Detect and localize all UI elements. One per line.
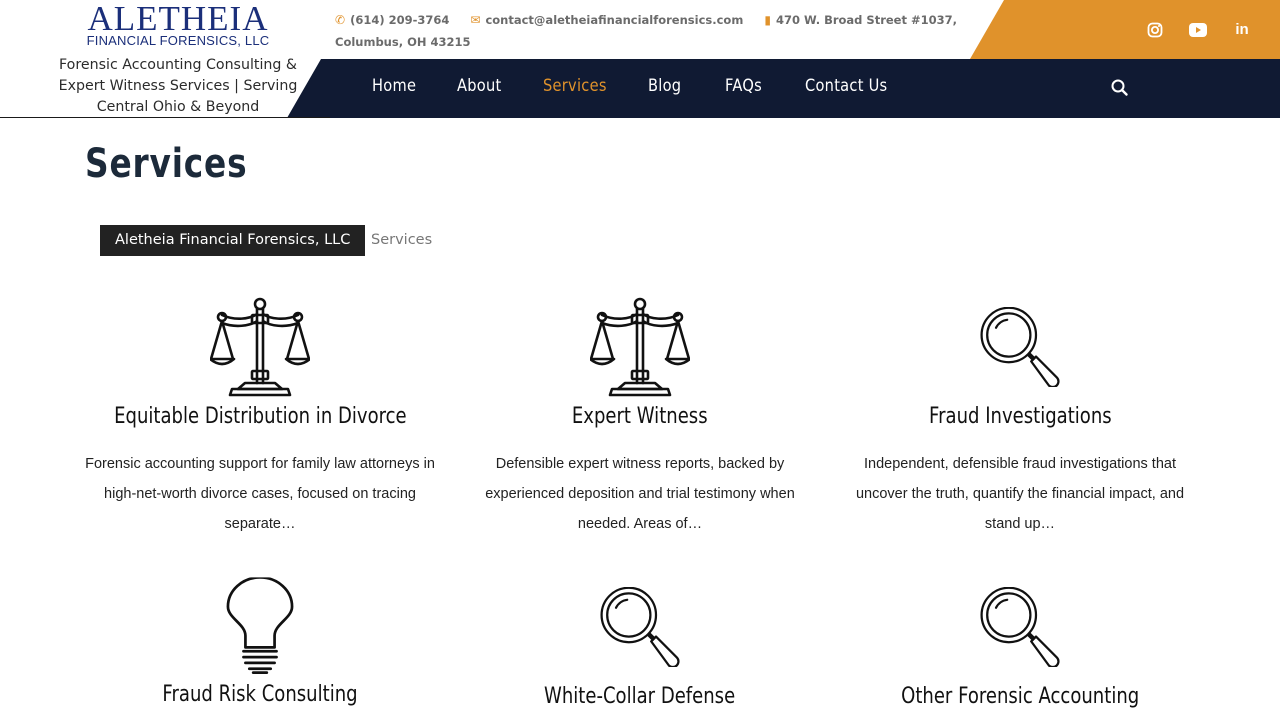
phone-icon: ✆ <box>335 13 346 27</box>
nav-faqs[interactable]: FAQs <box>725 76 762 96</box>
service-description: Independent, defensible fraud investigat… <box>855 456 1185 532</box>
service-card-white-collar-defense[interactable]: White-Collar Defense <box>460 576 820 709</box>
service-title[interactable]: Equitable Distribution in Divorce <box>114 404 407 429</box>
service-title[interactable]: White-Collar Defense <box>544 684 735 709</box>
search-icon[interactable] <box>1110 78 1130 98</box>
service-description: Defensible expert witness reports, backe… <box>485 456 795 532</box>
service-title[interactable]: Other Forensic Accounting <box>901 684 1139 709</box>
logo-wordmark: ALETHEIA <box>87 0 269 38</box>
address-line2: Columbus, OH 43215 <box>335 35 471 49</box>
service-description: Forensic accounting support for family l… <box>85 456 435 532</box>
nav-about[interactable]: About <box>457 76 502 96</box>
header-divider <box>0 117 330 118</box>
address-line1: 470 W. Broad Street #1037, <box>775 13 957 27</box>
phone-number: (614) 209-3764 <box>350 13 450 27</box>
nav-blog[interactable]: Blog <box>648 76 681 96</box>
magnifier-icon <box>980 296 1060 398</box>
service-card-fraud-investigations[interactable]: Fraud Investigations Independent, defens… <box>840 296 1200 539</box>
site-logo[interactable]: ALETHEIA FINANCIAL FORENSICS, LLC <box>60 0 296 48</box>
service-card-fraud-risk-consulting[interactable]: Fraud Risk Consulting <box>80 576 440 707</box>
email-contact[interactable]: ✉ contact@aletheiafinancialforensics.com <box>470 9 743 31</box>
service-card-other-forensic-accounting[interactable]: Other Forensic Accounting <box>840 576 1200 709</box>
linkedin-label: in <box>1235 21 1249 38</box>
service-title[interactable]: Fraud Risk Consulting <box>162 682 357 707</box>
nav-home[interactable]: Home <box>372 76 416 96</box>
address-contact: ▮ 470 W. Broad Street #1037, <box>764 9 957 31</box>
contact-topbar: ✆ (614) 209-3764 ✉ contact@aletheiafinanci… <box>335 9 975 53</box>
logo-subtitle: FINANCIAL FORENSICS, LLC <box>86 33 270 48</box>
site-header: ALETHEIA FINANCIAL FORENSICS, LLC Forens… <box>0 0 1280 118</box>
service-title[interactable]: Expert Witness <box>572 404 708 429</box>
youtube-icon[interactable] <box>1187 20 1209 40</box>
building-icon: ▮ <box>764 13 771 27</box>
breadcrumb-home[interactable]: Aletheia Financial Forensics, LLC <box>100 225 366 256</box>
linkedin-icon[interactable]: in <box>1231 20 1253 40</box>
main-nav <box>287 59 1280 118</box>
site-tagline: Forensic Accounting Consulting & Expert … <box>58 57 298 115</box>
magnifier-icon <box>980 576 1060 678</box>
phone-contact[interactable]: ✆ (614) 209-3764 <box>335 9 449 31</box>
instagram-icon[interactable] <box>1144 20 1166 40</box>
magnifier-icon <box>600 576 680 678</box>
service-card-equitable-distribution[interactable]: Equitable Distribution in Divorce Forens… <box>80 296 440 539</box>
service-title[interactable]: Fraud Investigations <box>929 404 1112 429</box>
breadcrumb-current: Services <box>371 232 433 248</box>
page-title: Services <box>85 141 248 187</box>
nav-contact-us[interactable]: Contact Us <box>805 76 887 96</box>
service-card-expert-witness[interactable]: Expert Witness Defensible expert witness… <box>460 296 820 539</box>
scales-icon <box>590 296 690 398</box>
lightbulb-icon <box>226 576 294 676</box>
envelope-icon: ✉ <box>470 13 481 27</box>
scales-icon <box>210 296 310 398</box>
nav-services[interactable]: Services <box>543 76 607 96</box>
email-address: contact@aletheiafinancialforensics.com <box>485 13 744 27</box>
